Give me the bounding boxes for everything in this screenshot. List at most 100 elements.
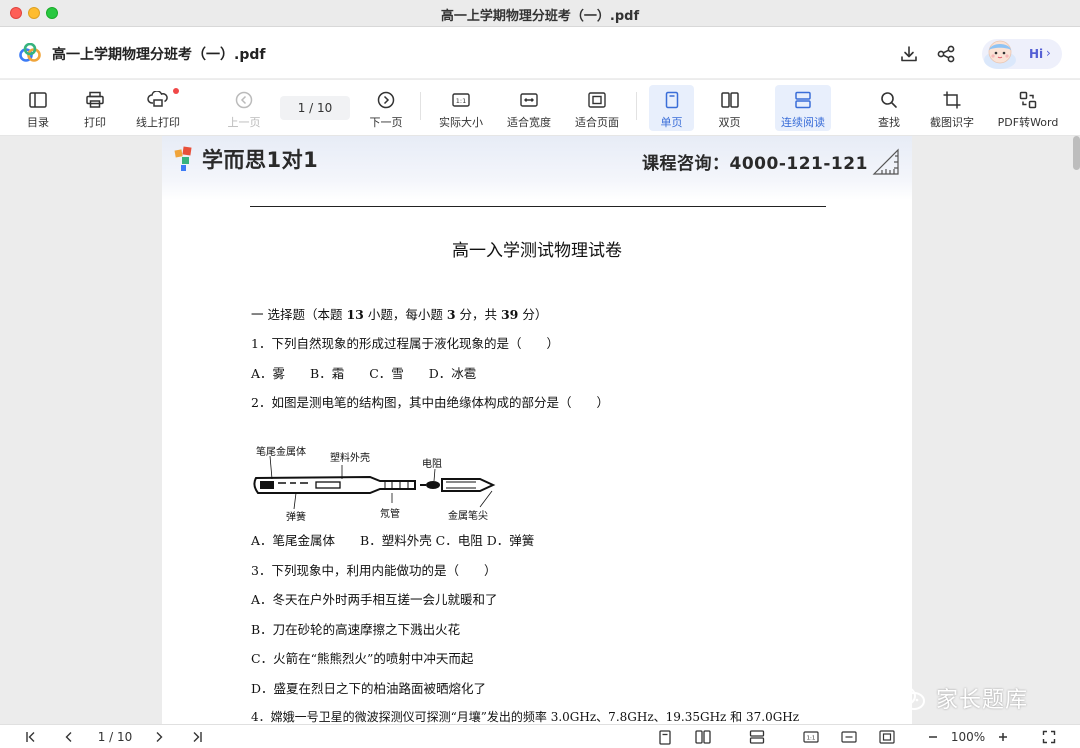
find-label: 查找 [878, 116, 900, 129]
chevron-right-icon: › [1046, 46, 1051, 60]
double-page-icon [720, 89, 740, 111]
search-icon [879, 89, 899, 111]
fit-width-label: 适合宽度 [507, 116, 551, 129]
convert-icon [1018, 89, 1038, 111]
label-spring: 弹簧 [286, 512, 306, 523]
prev-page-label: 上一页 [227, 116, 261, 129]
continuous-reading-label: 连续阅读 [781, 116, 825, 129]
section-heading: 一 选择题（本题 13 小题，每小题 3 分，共 39 分） [251, 307, 548, 322]
page-number-input[interactable]: 1 / 10 [280, 96, 350, 120]
watermark: 家长题库 [888, 682, 1028, 714]
find-button[interactable]: 查找 [868, 85, 910, 131]
wechat-icon [890, 685, 925, 710]
fit-page-button[interactable]: 适合页面 [572, 85, 622, 131]
bottom-page-indicator[interactable]: 1 / 10 [90, 728, 140, 746]
fit-page-icon[interactable] [878, 728, 896, 746]
prev-page-button[interactable]: 上一页 [224, 85, 264, 131]
online-print-label: 线上打印 [136, 116, 180, 129]
double-page-button[interactable]: 双页 [707, 85, 752, 131]
fit-width-icon [519, 89, 539, 111]
exam-title: 高一入学测试物理试卷 [452, 241, 622, 261]
screenshot-ocr-label: 截图识字 [930, 116, 974, 129]
continuous-icon[interactable] [748, 728, 766, 746]
toolbar-divider [636, 92, 637, 120]
actual-size-label: 实际大小 [439, 116, 483, 129]
brand-logo: 学而思1对1 [174, 144, 318, 174]
question-4: 4．嫦娥一号卫星的微波探测仪可探测“月壤”发出的频率 3.0GHz、7.8GHz… [251, 710, 800, 724]
document-viewport[interactable]: 学而思1对1 课程咨询：4000-121-121 高一入学测试物理试卷 一 选择… [0, 136, 1080, 724]
print-button[interactable]: 打印 [75, 85, 115, 131]
hi-label: Hi [1029, 47, 1044, 61]
continuous-reading-icon [793, 89, 813, 111]
window-title: 高一上学期物理分班考（一）.pdf [440, 9, 640, 24]
single-page-icon[interactable] [656, 728, 674, 746]
svg-text:1:1: 1:1 [807, 736, 816, 742]
question-2: 2．如图是测电笔的结构图，其中由绝缘体构成的部分是（ ） [251, 395, 609, 410]
assistant-avatar-icon [980, 33, 1020, 73]
fit-width-icon[interactable] [840, 728, 858, 746]
next-page-label: 下一页 [369, 116, 403, 129]
ruler-icon [872, 148, 900, 180]
actual-size-button[interactable]: 1:1 实际大小 [436, 85, 486, 131]
crop-icon [942, 89, 962, 111]
brand-mark-icon [174, 146, 192, 171]
question-3-option-c: C．火箭在“熊熊烈火”的喷射中冲天而起 [251, 651, 474, 666]
svg-text:1:1: 1:1 [456, 97, 466, 105]
screenshot-ocr-button[interactable]: 截图识字 [926, 85, 978, 131]
share-icon[interactable] [935, 43, 957, 65]
header-rule [250, 206, 826, 207]
cloud-print-icon [147, 89, 169, 111]
question-2-options: A．笔尾金属体 B．塑料外壳 C．电阻 D．弹簧 [251, 533, 535, 548]
question-1-options: A．雾 B．霜 C．雪 D．冰雹 [251, 366, 477, 381]
double-page-icon[interactable] [694, 728, 712, 746]
zoom-in-icon[interactable] [994, 728, 1012, 746]
label-neon-tube: 氖管 [380, 509, 400, 520]
pdf-to-word-label: PDF转Word [997, 116, 1059, 129]
fit-width-button[interactable]: 适合宽度 [504, 85, 554, 131]
label-metal-tip: 金属笔尖 [448, 511, 488, 522]
test-pen-diagram: 笔尾金属体 塑料外壳 电阻 弹簧 氖管 金属笔尖 [250, 441, 500, 523]
printer-icon [85, 89, 105, 111]
assistant-hi-button[interactable]: Hi › [982, 39, 1062, 69]
single-page-icon [663, 89, 681, 111]
single-page-button[interactable]: 单页 [649, 85, 694, 131]
print-label: 打印 [84, 116, 106, 129]
question-3-option-d: D．盛夏在烈日之下的柏油路面被晒熔化了 [251, 681, 487, 696]
prev-page-icon[interactable] [60, 728, 78, 746]
arrow-right-circle-icon [376, 89, 396, 111]
zoom-level[interactable]: 100% [948, 728, 988, 746]
actual-size-icon[interactable]: 1:1 [802, 728, 820, 746]
continuous-reading-button[interactable]: 连续阅读 [775, 85, 831, 131]
question-3-option-b: B．刀在砂轮的高速摩擦之下溅出火花 [251, 622, 461, 637]
first-page-icon[interactable] [22, 728, 40, 746]
question-3-option-a: A．冬天在户外时两手相互搓一会儿就暖和了 [251, 592, 498, 607]
vertical-scrollbar[interactable] [1073, 136, 1080, 170]
next-page-button[interactable]: 下一页 [366, 85, 406, 131]
toc-label: 目录 [27, 116, 49, 129]
question-3: 3．下列现象中，利用内能做功的是（ ） [251, 563, 497, 578]
app-logo-icon [18, 42, 42, 67]
document-title: 高一上学期物理分班考（一）.pdf [52, 47, 266, 63]
next-page-icon[interactable] [150, 728, 168, 746]
title-bar: 高一上学期物理分班考（一）.pdf [0, 0, 1080, 27]
zoom-out-icon[interactable] [924, 728, 942, 746]
label-resistor: 电阻 [422, 459, 442, 470]
fullscreen-icon[interactable] [1040, 728, 1058, 746]
pdf-to-word-button[interactable]: PDF转Word [995, 85, 1061, 131]
double-page-label: 双页 [718, 116, 741, 129]
page-banner: 学而思1对1 课程咨询：4000-121-121 [162, 136, 912, 200]
single-page-label: 单页 [660, 116, 683, 129]
actual-size-icon: 1:1 [451, 89, 471, 111]
download-icon[interactable] [898, 43, 920, 65]
watermark-text: 家长题库 [936, 688, 1029, 713]
label-pen-tail: 笔尾金属体 [256, 447, 306, 458]
consult-hotline: 课程咨询：4000-121-121 [642, 154, 868, 174]
toc-button[interactable]: 目录 [18, 85, 58, 131]
toolbar-divider [420, 92, 421, 120]
fit-page-label: 适合页面 [575, 116, 619, 129]
question-1: 1．下列自然现象的形成过程属于液化现象的是（ ） [251, 336, 559, 351]
last-page-icon[interactable] [188, 728, 206, 746]
pdf-page: 学而思1对1 课程咨询：4000-121-121 高一入学测试物理试卷 一 选择… [162, 136, 912, 724]
app-header: 高一上学期物理分班考（一）.pdf Hi › [0, 27, 1080, 79]
bottom-bar: 1 / 10 1:1 100% [0, 724, 1080, 748]
